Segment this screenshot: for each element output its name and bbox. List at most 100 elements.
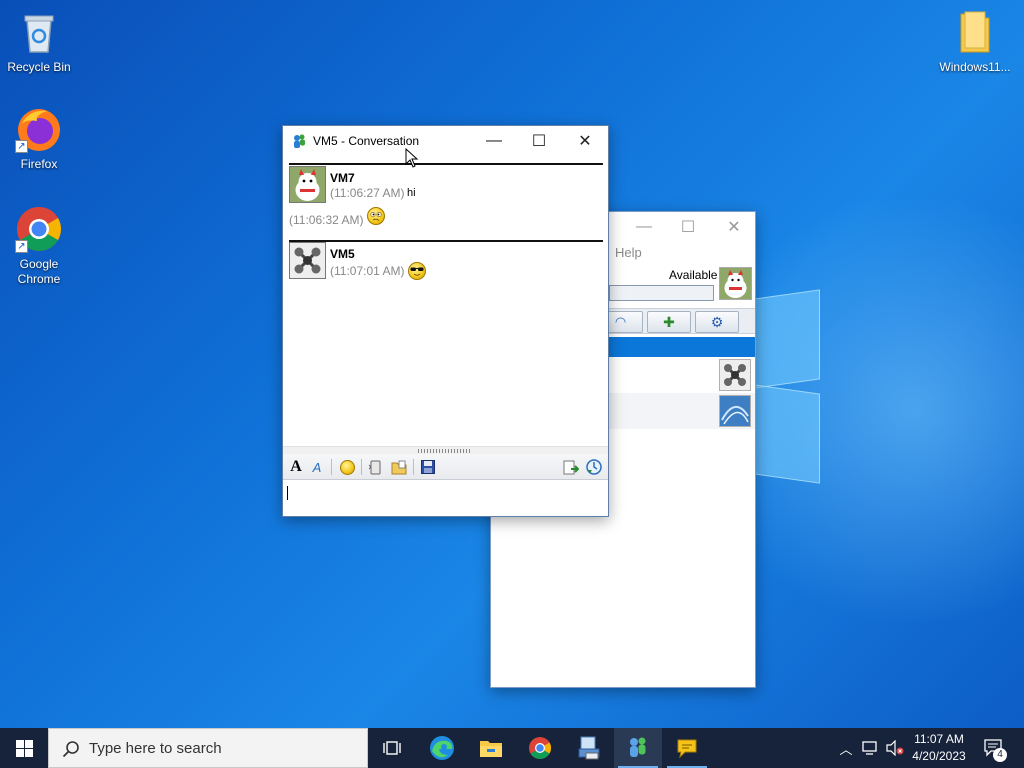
search-icon [62,741,79,758]
message-timestamp: (11:06:27 AM) [330,186,405,200]
show-hidden-icons-button[interactable]: ︿ [836,728,856,768]
taskbar-search-box[interactable]: Type here to search [48,728,368,768]
contact-avatar-molecule [719,359,751,391]
chat-bubble-icon [677,739,697,759]
user-avatar[interactable] [719,267,752,300]
menu-help[interactable]: Help [615,245,642,260]
taskbar-network-app[interactable] [565,728,613,768]
file-explorer-icon [480,741,502,757]
network-icon [862,741,877,755]
invite-icon[interactable] [562,458,580,476]
desktop-icon-chrome[interactable]: ↗ Google Chrome [1,205,77,287]
contact-toolbar: ◠ ✚ ⚙ [599,308,755,334]
sender-name: VM5 [330,247,355,261]
task-view-button[interactable] [368,728,416,768]
toolbar-divider [361,459,362,475]
rss-icon: ◠ [614,314,627,329]
sender-name: VM7 [330,171,355,185]
smiley-icon[interactable] [338,458,356,476]
shortcut-arrow-icon: ↗ [15,240,28,253]
firefox-icon: ↗ [15,105,63,153]
history-icon[interactable] [585,458,603,476]
sender-avatar-vm5 [289,242,326,279]
contact-group-header[interactable] [609,337,755,357]
close-button[interactable]: ✕ [562,126,608,156]
desktop-icon-label: Firefox [20,157,58,171]
message-timestamp: (11:06:32 AM) [289,213,364,227]
splitter-grip[interactable] [418,449,472,453]
recycle-bin-icon [15,8,63,56]
message-separator [289,163,603,165]
manage-contacts-button[interactable]: ⚙ [695,311,739,333]
send-file-icon[interactable] [390,458,408,476]
window-title: VM5 - Conversation [313,134,420,148]
chrome-icon [529,737,551,759]
taskbar-chat[interactable] [663,728,711,768]
maximize-button[interactable]: ☐ [665,212,711,242]
text-caret [287,486,288,500]
status-label[interactable]: Available [669,268,717,282]
taskbar-file-explorer[interactable] [467,728,515,768]
message-separator [289,240,603,242]
network-tray-button[interactable] [859,728,883,768]
mouse-cursor-icon [405,148,419,168]
desktop-icon-label: Windows11... [939,60,1011,74]
save-icon[interactable] [419,458,437,476]
toolbar-divider [331,459,332,475]
chevron-up-icon: ︿ [839,741,853,757]
conversation-titlebar[interactable]: VM5 - Conversation — ☐ ✕ [283,126,608,156]
desktop-icon-recycle-bin[interactable]: Recycle Bin [1,8,77,75]
clock-time: 11:07 AM [914,732,964,746]
clock-date: 4/20/2023 [912,749,966,763]
personal-message-field[interactable] [609,285,714,301]
volume-muted-icon [886,740,904,756]
close-button[interactable]: ✕ [711,212,757,242]
windows-start-icon [15,739,33,757]
sunglasses-smiley-icon [408,262,426,280]
maximize-button[interactable]: ☐ [516,126,562,156]
contacts-icon: ⚙ [710,313,724,330]
molecule-icon [290,243,325,278]
chrome-icon: ↗ [15,205,63,253]
messenger-icon [294,134,305,148]
task-view-icon [383,741,401,755]
conversation-window[interactable]: VM5 - Conversation — ☐ ✕ VM7 (11:06:27 A… [282,125,609,517]
contact-row[interactable] [609,357,755,393]
add-contact-button[interactable]: ✚ [647,311,691,333]
start-button[interactable] [0,728,48,768]
message-text: hi [407,187,416,199]
notification-count-badge: 4 [993,748,1007,762]
pane-splitter[interactable] [283,446,608,454]
desktop-icon-label: Recycle Bin [7,60,71,74]
notification-center-button[interactable]: 4 [978,728,1010,768]
minimize-button[interactable]: — [621,212,667,242]
formatting-toolbar: A A [283,454,608,480]
message-timestamp: (11:07:01 AM) [330,264,405,278]
taskbar-clock[interactable]: 11:07 AM 4/20/2023 [904,731,974,765]
nudge-icon[interactable] [366,458,384,476]
minimize-button[interactable]: — [471,126,517,156]
volume-tray-button[interactable] [884,728,906,768]
taskbar: Type here to search ︿ 11:07 AM 4/20/2023… [0,728,1024,768]
lucky-cat-icon [290,167,325,202]
messenger-icon [630,737,646,757]
folder-icon [951,8,999,56]
taskbar-messenger[interactable] [614,728,662,768]
conversation-history[interactable]: VM7 (11:06:27 AM) hi (11:06:32 AM) VM5 (… [283,156,608,446]
desktop-icon-windows11-folder[interactable]: Windows11... [935,8,1015,75]
network-app-icon [578,736,600,760]
message-input[interactable] [283,481,608,516]
contact-row[interactable] [609,393,755,429]
desktop-icon-label: Google Chrome [17,257,61,286]
edge-icon [430,736,454,760]
font-icon[interactable]: A [287,458,305,476]
shortcut-arrow-icon: ↗ [15,140,28,153]
contact-avatar-blue [719,395,751,427]
lucky-cat-icon [720,268,751,299]
taskbar-edge[interactable] [418,728,466,768]
desktop-icon-firefox[interactable]: ↗ Firefox [1,105,77,172]
toolbar-divider [413,459,414,475]
text-color-icon[interactable]: A [308,458,326,476]
taskbar-chrome[interactable] [516,728,564,768]
add-contact-icon: ✚ [663,313,675,330]
